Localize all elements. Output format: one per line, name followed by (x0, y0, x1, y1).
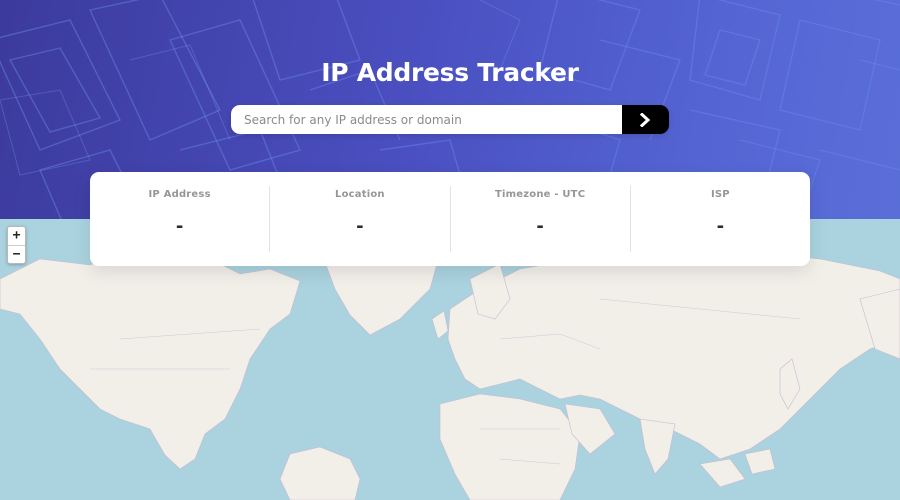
chevron-right-icon (640, 112, 651, 127)
info-timezone: Timezone - UTC - (451, 186, 631, 252)
info-value: - (716, 216, 725, 237)
info-label: Timezone - UTC (495, 189, 586, 200)
info-location: Location - (270, 186, 451, 252)
map-zoom-control: + − (7, 226, 26, 264)
info-label: IP Address (148, 189, 211, 200)
search-input[interactable] (231, 105, 622, 134)
info-value: - (175, 216, 184, 237)
info-ip-address: IP Address - (90, 186, 271, 252)
info-label: ISP (710, 189, 730, 200)
ip-info-card: IP Address - Location - Timezone - UTC -… (90, 172, 810, 266)
zoom-out-button[interactable]: − (8, 245, 25, 263)
info-label: Location (335, 189, 385, 200)
search-form (231, 105, 669, 134)
search-submit-button[interactable] (622, 105, 669, 134)
info-isp: ISP - (631, 186, 810, 252)
zoom-in-button[interactable]: + (8, 227, 25, 245)
info-value: - (536, 216, 544, 237)
info-value: - (356, 216, 364, 237)
page-title: IP Address Tracker (321, 58, 579, 87)
ip-tracker-page: IP Address Tracker Search for any IP add… (0, 0, 900, 500)
